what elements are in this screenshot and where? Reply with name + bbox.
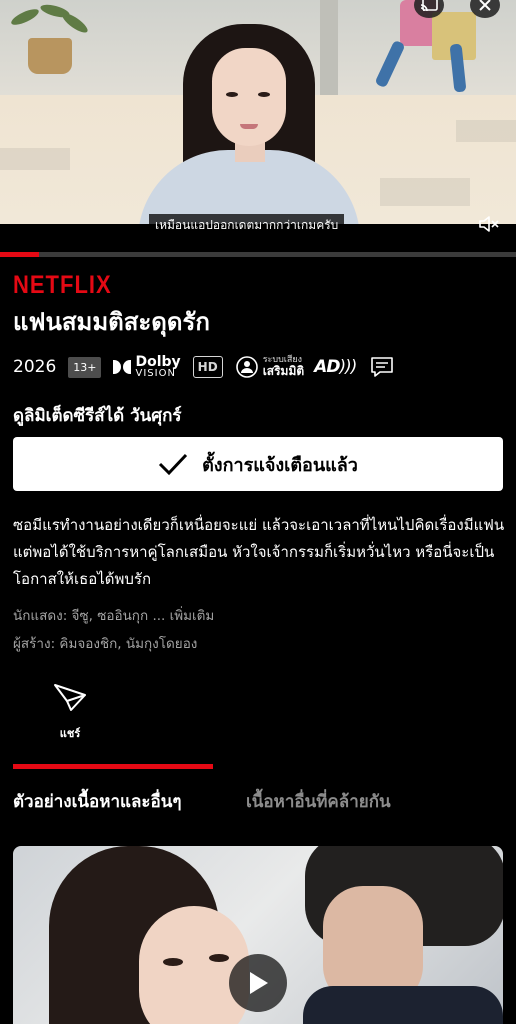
trailer-thumbnail[interactable] — [13, 846, 503, 1024]
share-icon — [54, 684, 86, 711]
thumbnail-eye — [163, 958, 183, 966]
audio-description-label: AD — [314, 357, 340, 377]
synopsis: ซอมีแรทำงานอย่างเดียวก็เหนื่อยจะแย่ แล้ว… — [13, 516, 505, 588]
cast-line: นักแสดง: จีซู, ซออินกุก ... เพิ่มเติม — [13, 604, 214, 626]
play-icon — [250, 972, 268, 994]
video-player[interactable] — [0, 0, 516, 224]
spatial-audio-label: เสริมมิติ — [262, 364, 305, 379]
floor-tile — [380, 178, 470, 206]
plant-pot — [28, 38, 72, 74]
actress-face — [212, 48, 286, 146]
tab-trailers-and-more[interactable]: ตัวอย่างเนื้อหาและอื่นๆ — [13, 788, 181, 815]
page-title: แฟนสมมติสะดุดรัก — [13, 308, 210, 336]
tab-more-like-this[interactable]: เนื้อหาอื่นที่คล้ายกัน — [246, 788, 391, 815]
metadata-row: 2026 13+ Dolby VISION HD ระบบเสียง เสริม… — [13, 352, 394, 382]
creator-line: ผู้สร้าง: คิมจองชิก, นัมกุงโดยอง — [13, 636, 198, 652]
release-year: 2026 — [13, 357, 57, 377]
release-note: ดูลิมิเต็ดซีรีส์ได้ วันศุกร์ — [13, 406, 182, 426]
floor-tile — [0, 148, 70, 170]
cast-label: นักแสดง: จีซู, ซออินกุก — [13, 608, 149, 624]
dolby-label: Dolby — [135, 354, 181, 370]
remind-me-label: ตั้งการแจ้งเตือนแล้ว — [202, 454, 358, 476]
video-subtitle: เหมือนแอปออกเดตมากกว่าเกมครับ — [149, 214, 345, 236]
thumbnail-actress-face — [139, 906, 249, 1024]
thumbnail-eye — [209, 954, 229, 962]
maturity-rating-badge: 13+ — [68, 356, 102, 378]
playback-progress-bar[interactable] — [0, 252, 516, 257]
thumbnail-actor-coat — [303, 986, 503, 1024]
checkmark-icon — [159, 453, 188, 476]
playback-progress-fill — [0, 252, 39, 257]
active-tab-indicator — [13, 764, 213, 769]
hd-badge: HD — [192, 356, 223, 378]
share-button[interactable]: แชร์ — [48, 682, 92, 742]
cast-more-link[interactable]: ... เพิ่มเติม — [152, 608, 214, 624]
mute-icon — [479, 216, 499, 232]
play-trailer-button[interactable] — [229, 954, 287, 1012]
remind-me-button[interactable]: ตั้งการแจ้งเตือนแล้ว — [13, 437, 503, 491]
video-scene-pillar — [320, 0, 338, 96]
spatial-audio-badge: ระบบเสียง เสริมมิติ — [235, 355, 304, 379]
subtitles-icon — [371, 357, 394, 377]
actress-eye — [226, 92, 238, 97]
share-label: แชร์ — [59, 727, 81, 740]
spatial-audio-icon — [235, 356, 258, 378]
netflix-logo: NETFLIX — [13, 270, 112, 299]
mute-button[interactable] — [476, 212, 502, 236]
floor-tile — [456, 120, 516, 142]
cast-icon — [420, 0, 438, 12]
dolby-sub-label: VISION — [135, 368, 176, 379]
actress-mouth — [240, 124, 258, 129]
actress-eye — [258, 92, 270, 97]
close-icon — [479, 0, 491, 11]
audio-description-badge: AD))) — [314, 357, 357, 377]
dolby-icon — [113, 360, 132, 374]
dolby-vision-badge: Dolby VISION — [113, 354, 181, 379]
